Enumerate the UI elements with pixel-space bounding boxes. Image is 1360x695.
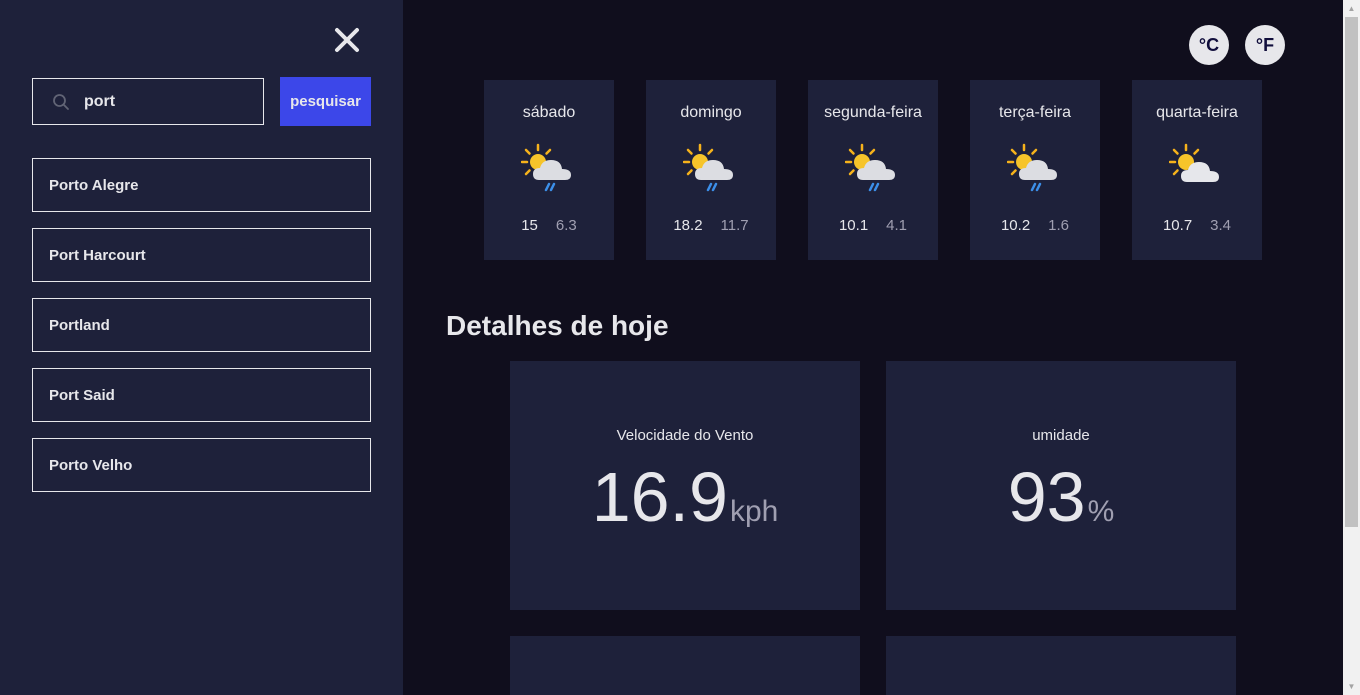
detail-card [510, 636, 860, 695]
search-input[interactable] [84, 92, 244, 111]
sun-cloud-rain-icon [520, 142, 577, 198]
min-temp: 1.6 [1048, 217, 1070, 234]
max-temp: 10.1 [838, 217, 869, 234]
scroll-down-arrow-icon[interactable]: ▼ [1343, 678, 1360, 695]
fahrenheit-button[interactable]: °F [1245, 25, 1285, 65]
forecast-temps: 10.7 3.4 [1132, 217, 1262, 234]
min-temp: 11.7 [720, 217, 749, 234]
forecast-card: domingo 18.2 11.7 [646, 80, 776, 260]
forecast-day: domingo [680, 104, 742, 121]
forecast-day: sábado [522, 104, 576, 121]
sun-cloud-icon [1168, 142, 1225, 198]
list-item[interactable]: Portland [32, 298, 371, 352]
detail-value: 93 [1007, 458, 1086, 536]
celsius-button[interactable]: °C [1189, 25, 1229, 65]
detail-card [886, 636, 1236, 695]
section-title: Detalhes de hoje [446, 310, 669, 341]
forecast-day: segunda-feira [824, 104, 922, 121]
max-temp: 10.2 [1000, 217, 1031, 234]
search-results-list: Porto Alegre Port Harcourt Portland Port… [32, 158, 371, 508]
detail-label: umidade [1032, 427, 1090, 444]
forecast-card: terça-feira 10.2 1.6 [970, 80, 1100, 260]
scrollbar[interactable]: ▲ ▼ [1343, 0, 1360, 695]
list-item[interactable]: Port Said [32, 368, 371, 422]
detail-label: Velocidade do Vento [616, 427, 754, 444]
detail-value: 16.9 [591, 458, 728, 536]
forecast-card: quarta-feira 10.7 3.4 [1132, 80, 1262, 260]
max-temp: 15 [521, 217, 538, 234]
search-sidebar: pesquisar Porto Alegre Port Harcourt Por… [0, 0, 403, 695]
min-temp: 6.3 [555, 217, 577, 234]
scroll-up-arrow-icon[interactable]: ▲ [1343, 0, 1360, 17]
sun-cloud-rain-icon [682, 142, 739, 198]
min-temp: 3.4 [1210, 217, 1232, 234]
list-item[interactable]: Porto Velho [32, 438, 371, 492]
search-icon [51, 92, 71, 112]
forecast-card: sábado 15 6.3 [484, 80, 614, 260]
forecast-card: segunda-feira 10.1 4.1 [808, 80, 938, 260]
sun-cloud-rain-icon [1006, 142, 1063, 198]
forecast-day: terça-feira [998, 104, 1072, 121]
min-temp: 4.1 [886, 217, 908, 234]
sun-cloud-rain-icon [844, 142, 901, 198]
max-temp: 10.7 [1162, 217, 1193, 234]
list-item[interactable]: Porto Alegre [32, 158, 371, 212]
humidity-card: umidade 93 % [886, 361, 1236, 610]
scroll-thumb[interactable] [1345, 17, 1358, 527]
forecast-day: quarta-feira [1156, 104, 1238, 121]
max-temp: 18.2 [673, 217, 703, 234]
detail-value-wrap: 16.9 kph [510, 457, 860, 537]
wind-speed-card: Velocidade do Vento 16.9 kph [510, 361, 860, 610]
close-icon[interactable] [333, 26, 361, 54]
forecast-temps: 15 6.3 [484, 217, 614, 234]
detail-unit: kph [729, 495, 779, 528]
search-field[interactable] [32, 78, 264, 125]
forecast-temps: 18.2 11.7 [646, 217, 776, 234]
search-button[interactable]: pesquisar [280, 77, 371, 126]
forecast-temps: 10.2 1.6 [970, 217, 1100, 234]
detail-value-wrap: 93 % [886, 457, 1236, 537]
list-item[interactable]: Port Harcourt [32, 228, 371, 282]
detail-unit: % [1087, 495, 1115, 528]
forecast-temps: 10.1 4.1 [808, 217, 938, 234]
